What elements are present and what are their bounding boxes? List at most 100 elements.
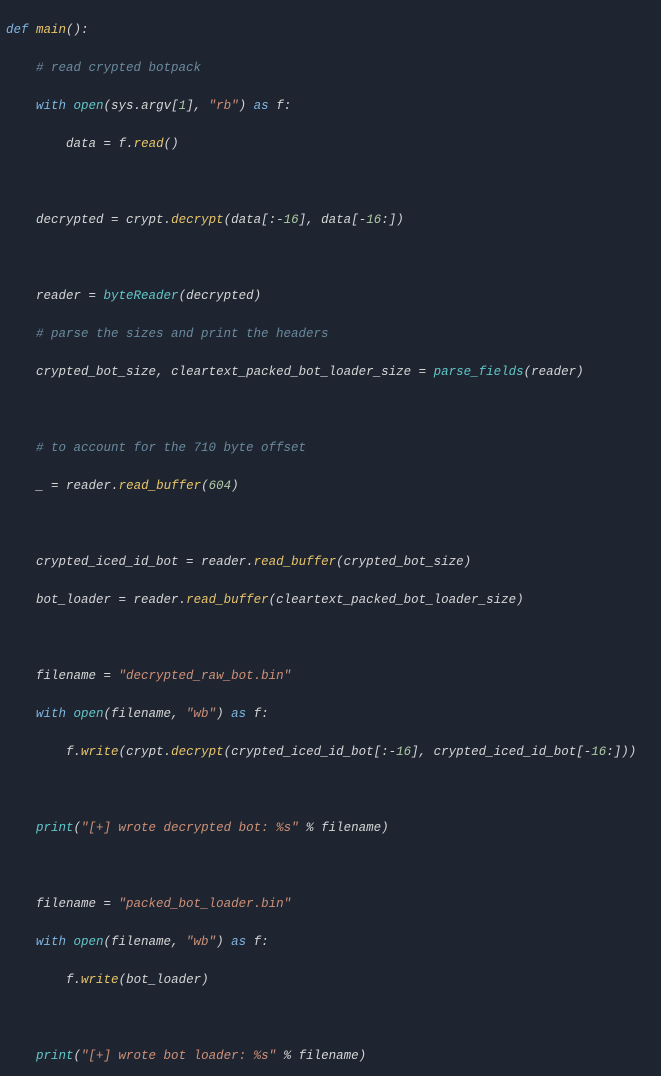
code-line: crypted_iced_id_bot = reader.read_buffer… <box>6 553 655 572</box>
method-decrypt: decrypt <box>171 213 224 227</box>
punct: ) <box>216 935 231 949</box>
number: 604 <box>209 479 232 493</box>
indent <box>6 821 36 835</box>
dot: . <box>74 745 82 759</box>
code-line: f.write(bot_loader) <box>6 971 655 990</box>
var: data <box>66 137 104 151</box>
builtin-open: open <box>74 707 104 721</box>
paren: ) <box>231 479 239 493</box>
method-decrypt: decrypt <box>171 745 224 759</box>
number: 16 <box>284 213 299 227</box>
punct: ], <box>299 213 322 227</box>
slice: [:- <box>261 213 284 227</box>
code-block: def main(): # read crypted botpack with … <box>0 0 661 1076</box>
var: f <box>254 707 262 721</box>
code-line: # to account for the 710 byte offset <box>6 439 655 458</box>
dot: . <box>74 973 82 987</box>
number: 16 <box>396 745 411 759</box>
blank-line <box>6 173 655 192</box>
var: f <box>276 99 284 113</box>
blank-line <box>6 515 655 534</box>
var: reader <box>134 593 179 607</box>
code-line: print("[+] wrote bot loader: %s" % filen… <box>6 1047 655 1066</box>
punct: ( <box>224 213 232 227</box>
blank-line <box>6 1009 655 1028</box>
punct: (filename, <box>104 935 187 949</box>
method-read-buffer: read_buffer <box>254 555 337 569</box>
var: data <box>231 213 261 227</box>
code-line: data = f.read() <box>6 135 655 154</box>
args: ], crypted_iced_id_bot[- <box>411 745 591 759</box>
number: 16 <box>366 213 381 227</box>
module: sys <box>111 99 134 113</box>
string: "decrypted_raw_bot.bin" <box>119 669 292 683</box>
keyword-def: def <box>6 23 36 37</box>
method-read: read <box>134 137 164 151</box>
var: filename <box>36 897 104 911</box>
op: = <box>119 593 134 607</box>
colon: : <box>284 99 292 113</box>
code-line: def main(): <box>6 21 655 40</box>
dot: . <box>164 745 172 759</box>
keyword-with: with <box>6 99 74 113</box>
args: :])) <box>606 745 636 759</box>
indent <box>6 479 36 493</box>
var: f <box>66 745 74 759</box>
parens: (bot_loader) <box>119 973 209 987</box>
comment: # to account for the 710 byte offset <box>6 441 306 455</box>
colon: : <box>261 935 269 949</box>
op: = <box>104 669 119 683</box>
blank-line <box>6 629 655 648</box>
comma: , <box>156 365 171 379</box>
dot: . <box>126 137 134 151</box>
blank-line <box>6 401 655 420</box>
code-line: with open(filename, "wb") as f: <box>6 933 655 952</box>
blank-line <box>6 249 655 268</box>
dot: . <box>164 213 172 227</box>
method-read-buffer: read_buffer <box>186 593 269 607</box>
var: crypted_iced_id_bot <box>36 555 186 569</box>
comment: # read crypted botpack <box>6 61 201 75</box>
parens: (cleartext_packed_bot_loader_size) <box>269 593 524 607</box>
var: decrypted <box>36 213 111 227</box>
op-percent: % <box>299 821 322 835</box>
dot: . <box>111 479 119 493</box>
var: reader <box>201 555 246 569</box>
indent <box>6 669 36 683</box>
op: = <box>104 897 119 911</box>
punct: ( <box>104 99 112 113</box>
class-bytereader: byteReader <box>104 289 179 303</box>
code-line: with open(sys.argv[1], "rb") as f: <box>6 97 655 116</box>
op: = <box>89 289 104 303</box>
code-line: # read crypted botpack <box>6 59 655 78</box>
var: f <box>119 137 127 151</box>
indent <box>6 593 36 607</box>
code-line: bot_loader = reader.read_buffer(cleartex… <box>6 591 655 610</box>
method-write: write <box>81 745 119 759</box>
number: 16 <box>591 745 606 759</box>
builtin-open: open <box>74 935 104 949</box>
blank-line <box>6 857 655 876</box>
code-line: print("[+] wrote decrypted bot: %s" % fi… <box>6 819 655 838</box>
op: = <box>51 479 66 493</box>
indent <box>6 745 66 759</box>
string: "rb" <box>209 99 239 113</box>
code-line: decrypted = crypt.decrypt(data[:-16], da… <box>6 211 655 230</box>
punct: ) <box>216 707 231 721</box>
colon: : <box>261 707 269 721</box>
var: filename) <box>299 1049 367 1063</box>
args: (crypted_iced_id_bot[:- <box>224 745 397 759</box>
paren: ( <box>119 745 127 759</box>
code-line: filename = "decrypted_raw_bot.bin" <box>6 667 655 686</box>
var: filename) <box>321 821 389 835</box>
string: "packed_bot_loader.bin" <box>119 897 292 911</box>
paren: ( <box>201 479 209 493</box>
op: = <box>104 137 119 151</box>
var: crypted_bot_size <box>36 365 156 379</box>
var: f <box>254 935 262 949</box>
code-line: f.write(crypt.decrypt(crypted_iced_id_bo… <box>6 743 655 762</box>
builtin-open: open <box>74 99 104 113</box>
indent <box>6 973 66 987</box>
dot: . <box>179 593 187 607</box>
method-read-buffer: read_buffer <box>119 479 202 493</box>
